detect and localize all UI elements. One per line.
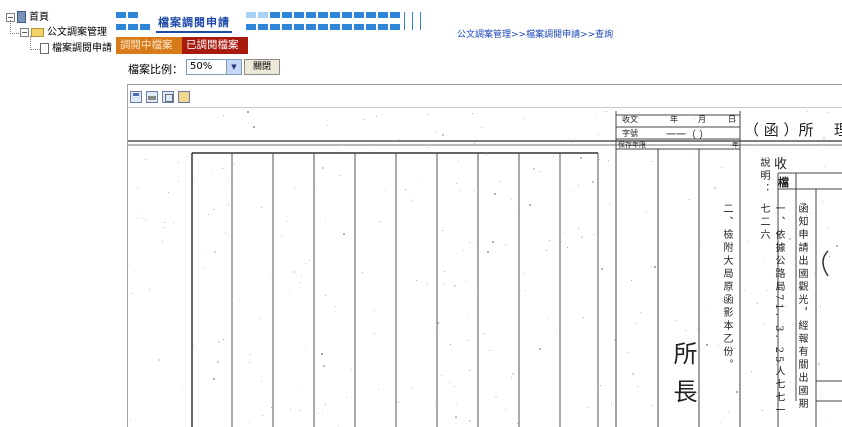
ratio-label: 檔案比例： [128, 63, 183, 76]
letter-type: （ 函 ）所 [744, 121, 814, 139]
year-suffix: 年 [732, 141, 739, 149]
scanned-document: 收文 年 月 日 字號 一一（ ） 保存年限 年 （ 函 ）所 理 收 檔 說明… [128, 111, 842, 427]
copy-icon[interactable] [162, 91, 174, 103]
open-icon[interactable] [178, 91, 190, 103]
archive-label: 檔 [778, 176, 789, 189]
month-label: 月 [698, 115, 706, 124]
save-icon[interactable] [130, 91, 142, 103]
page-header: 檔案調閱申請 公文調案管理>>檔案調閱申請>>查詢 [116, 0, 842, 40]
tree-item-archive-label: 公文調案管理 [47, 27, 107, 38]
print-icon[interactable] [146, 91, 158, 103]
page-title: 檔案調閱申請 [156, 14, 232, 33]
signature-text: 所長 [669, 341, 697, 417]
receive-label: 收 [774, 157, 788, 172]
chevron-down-icon[interactable]: ▼ [226, 60, 241, 74]
word-number-label: 字號 [622, 129, 638, 138]
tree-item-request[interactable]: 檔案調閱申請 [40, 41, 112, 57]
handle-char: 理 [834, 119, 842, 140]
note-line-2: 二、檢附大局原函影本乙份。 [721, 203, 732, 372]
day-label: 日 [728, 115, 736, 124]
toolbar-divider [128, 107, 842, 108]
document-viewer[interactable]: 收文 年 月 日 字號 一一（ ） 保存年限 年 （ 函 ）所 理 收 檔 說明… [127, 84, 842, 427]
note-label: 說明： [758, 157, 769, 196]
storage-label: 保存年限 [618, 141, 646, 149]
close-button[interactable]: 關閉 [244, 59, 280, 75]
tree-item-home-label: 首頁 [29, 12, 49, 23]
document-icon [40, 42, 49, 54]
tree-connector [30, 36, 40, 50]
note-line-1: 一、依據公路局71. 3. 25人七七一七二六 [758, 203, 784, 418]
document-lines [128, 111, 842, 427]
tree-connector [10, 20, 19, 34]
collapse-toggle[interactable]: − [20, 27, 29, 37]
navigation-tree: − 首頁 − 公文調案管理 檔案調閱申請 [0, 0, 114, 426]
ratio-select-value: 50% [190, 61, 213, 72]
main-text-column: 函知申請出國觀光，經報有關出國期 [796, 203, 807, 411]
tab-borrowing-files[interactable]: 調閱中檔案 [116, 37, 182, 54]
number-paren: 一一（ ） [666, 130, 710, 141]
tree-item-request-label: 檔案調閱申請 [52, 43, 112, 54]
tab-borrowed-files[interactable]: 已調閱檔案 [182, 37, 248, 54]
year-label: 年 [670, 115, 678, 124]
ratio-select[interactable]: 50% ▼ [186, 59, 242, 75]
breadcrumb[interactable]: 公文調案管理>>檔案調閱申請>>查詢 [457, 27, 613, 40]
received-label: 收文 [622, 115, 638, 124]
main-panel: 檔案調閱申請 公文調案管理>>檔案調閱申請>>查詢 調閱中檔案 已調閱檔案 檔案… [116, 0, 842, 427]
tab-strip: 調閱中檔案 已調閱檔案 [116, 37, 248, 54]
